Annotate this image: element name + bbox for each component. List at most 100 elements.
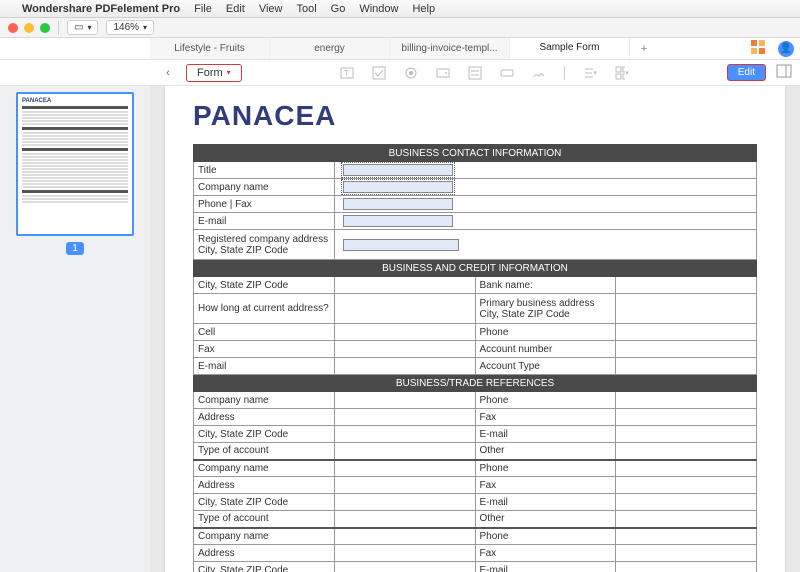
form-value-cell	[334, 196, 756, 213]
form-label-cell: Phone	[475, 324, 616, 341]
section-header: BUSINESS CONTACT INFORMATION	[194, 145, 757, 162]
zoom-value: 146%	[113, 22, 139, 33]
checkbox-tool-icon[interactable]	[372, 66, 386, 80]
form-label-cell: Registered company addressCity, State ZI…	[194, 230, 335, 260]
edit-label: Edit	[738, 67, 755, 78]
form-input-field[interactable]	[343, 239, 459, 251]
app-grid-button[interactable]	[744, 38, 772, 59]
user-account-button[interactable]: 👤	[772, 38, 800, 59]
menu-edit[interactable]: Edit	[226, 3, 245, 15]
menu-go[interactable]: Go	[331, 3, 346, 15]
menu-help[interactable]: Help	[412, 3, 435, 15]
menu-tool[interactable]: Tool	[296, 3, 316, 15]
svg-text:T: T	[344, 69, 349, 78]
form-value-cell	[334, 494, 475, 511]
menu-window[interactable]: Window	[359, 3, 398, 15]
tab-sample-form[interactable]: Sample Form	[510, 38, 630, 59]
page-number-badge[interactable]: 1	[66, 242, 84, 255]
chevron-left-icon: ‹	[166, 67, 170, 79]
form-value-cell	[616, 562, 757, 572]
form-label-cell: Phone	[475, 392, 616, 409]
close-window-icon[interactable]	[8, 23, 18, 33]
tab-billing[interactable]: billing-invoice-templ...	[390, 38, 510, 59]
minimize-window-icon[interactable]	[24, 23, 34, 33]
view-mode-button[interactable]: ▭ ▾	[67, 20, 98, 35]
form-label-cell: E-mail	[475, 562, 616, 572]
form-value-cell	[334, 562, 475, 572]
form-value-cell	[616, 528, 757, 545]
signature-tool-icon[interactable]	[532, 66, 546, 80]
form-value-cell	[616, 294, 757, 324]
form-table: BUSINESS CONTACT INFORMATIONTitle Company…	[193, 144, 757, 572]
form-value-cell	[616, 392, 757, 409]
back-button[interactable]: ‹	[160, 67, 176, 79]
form-value-cell	[334, 162, 756, 179]
combobox-tool-icon[interactable]	[436, 66, 450, 80]
fullscreen-window-icon[interactable]	[40, 23, 50, 33]
form-label-cell: Title	[194, 162, 335, 179]
form-label-cell: Bank name:	[475, 277, 616, 294]
form-value-cell	[334, 477, 475, 494]
form-label-cell: How long at current address?	[194, 294, 335, 324]
form-label-cell: Primary business addressCity, State ZIP …	[475, 294, 616, 324]
more-tool-icon[interactable]: ▾	[615, 66, 629, 80]
app-name[interactable]: Wondershare PDFelement Pro	[22, 3, 180, 15]
form-label-cell: Fax	[475, 545, 616, 562]
text-field-tool-icon[interactable]: T	[340, 66, 354, 80]
chevron-down-icon: ▾	[87, 23, 91, 32]
form-value-cell	[334, 358, 475, 375]
thumb-title: PANACEA	[22, 98, 128, 104]
form-input-field[interactable]	[343, 164, 453, 176]
form-label-cell: Company name	[194, 392, 335, 409]
button-tool-icon[interactable]	[500, 66, 514, 80]
tab-label: Lifestyle - Fruits	[174, 43, 245, 54]
form-label-cell: City, State ZIP Code	[194, 562, 335, 572]
form-label-cell: City, State ZIP Code	[194, 277, 335, 294]
tab-label: billing-invoice-templ...	[401, 43, 497, 54]
mac-menubar: Wondershare PDFelement Pro File Edit Vie…	[0, 0, 800, 18]
form-label-cell: Address	[194, 545, 335, 562]
menu-view[interactable]: View	[259, 3, 283, 15]
form-value-cell	[334, 545, 475, 562]
form-label-cell: Account Type	[475, 358, 616, 375]
form-value-cell	[334, 294, 475, 324]
tab-energy[interactable]: energy	[270, 38, 390, 59]
menu-file[interactable]: File	[194, 3, 212, 15]
toggle-panel-button[interactable]	[776, 64, 792, 81]
edit-button[interactable]: Edit	[727, 64, 766, 81]
listbox-tool-icon[interactable]	[468, 66, 482, 80]
form-value-cell	[616, 460, 757, 477]
form-input-field[interactable]	[343, 215, 453, 227]
plus-icon: +	[641, 43, 647, 55]
mode-dropdown[interactable]: Form ▾	[186, 64, 242, 82]
section-header: BUSINESS/TRADE REFERENCES	[194, 375, 757, 392]
form-label-cell: Cell	[194, 324, 335, 341]
window-titlebar: ▭ ▾ 146% ▾	[0, 18, 800, 38]
tab-lifestyle[interactable]: Lifestyle - Fruits	[150, 38, 270, 59]
tab-label: Sample Form	[539, 42, 599, 53]
form-input-field[interactable]	[343, 198, 453, 210]
form-label-cell: Company name	[194, 528, 335, 545]
document-viewport[interactable]: PANACEA BUSINESS CONTACT INFORMATIONTitl…	[150, 86, 800, 572]
form-value-cell	[616, 494, 757, 511]
form-label-cell: Company name	[194, 460, 335, 477]
form-label-cell: E-mail	[194, 358, 335, 375]
tab-label: energy	[314, 43, 345, 54]
form-label-cell: Fax	[475, 409, 616, 426]
panel-layout-icon: ▭	[74, 22, 83, 33]
form-value-cell	[334, 392, 475, 409]
form-input-field[interactable]	[343, 181, 453, 193]
add-tab-button[interactable]: +	[630, 38, 658, 59]
form-value-cell	[334, 324, 475, 341]
form-value-cell	[616, 511, 757, 528]
divider	[564, 66, 565, 80]
sub-toolbar: ‹ Form ▾ T ▾ ▾ Edit	[0, 60, 800, 86]
form-value-cell	[616, 341, 757, 358]
zoom-select[interactable]: 146% ▾	[106, 20, 154, 35]
form-label-cell: City, State ZIP Code	[194, 426, 335, 443]
radio-tool-icon[interactable]	[404, 66, 418, 80]
form-value-cell	[334, 528, 475, 545]
page-thumbnail[interactable]: PANACEA	[16, 92, 134, 236]
divider	[58, 21, 59, 35]
align-tool-icon[interactable]: ▾	[583, 66, 597, 80]
